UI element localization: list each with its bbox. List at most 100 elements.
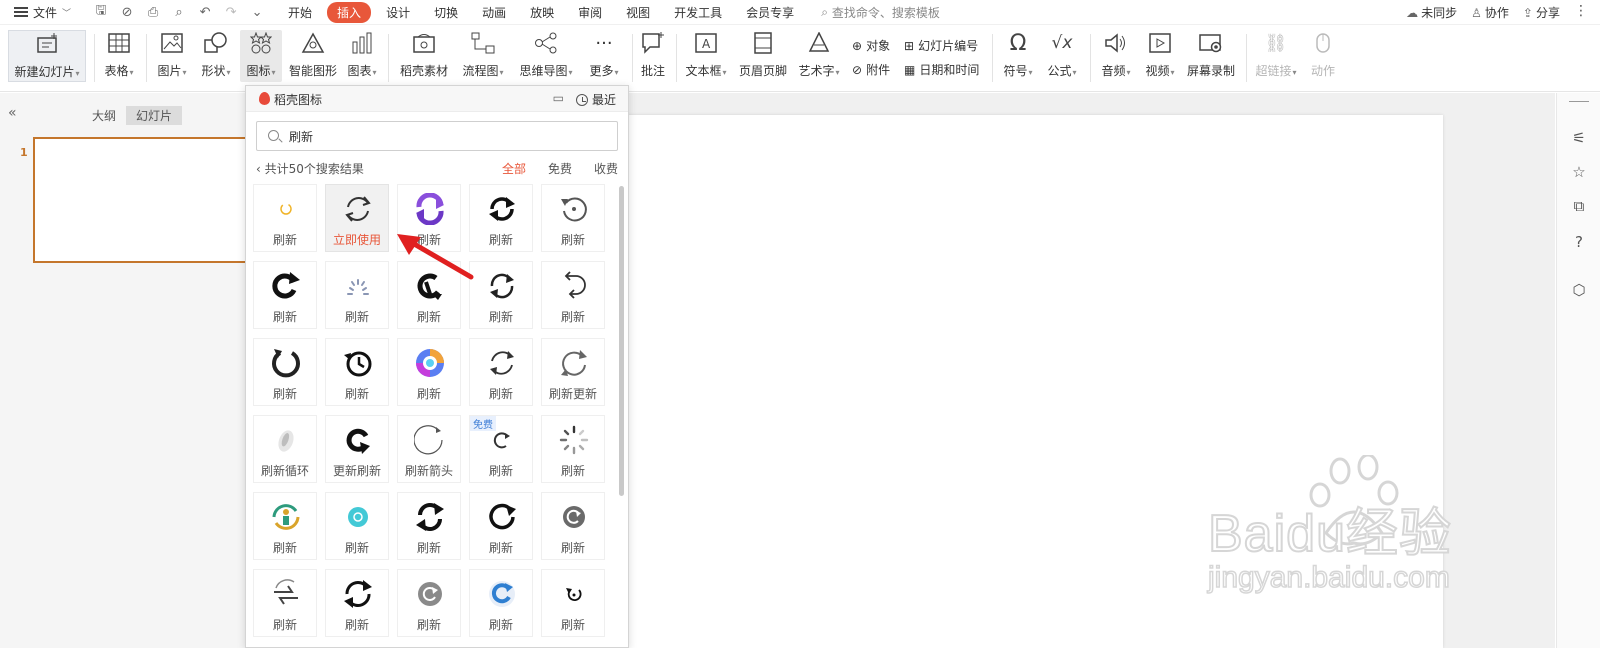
collapse-panel-icon[interactable]: « (8, 105, 17, 121)
result-count[interactable]: ‹ 共计50个搜索结果 (256, 160, 364, 177)
datetime-button[interactable]: ▦ 日期和时间 (904, 61, 979, 78)
video-button[interactable]: 视频▾ (1140, 30, 1180, 82)
icon-result-tile[interactable]: 刷新 (325, 338, 389, 406)
icon-result-tile[interactable]: 更新刷新 (325, 415, 389, 483)
more-button[interactable]: ··· 更多▾ (584, 30, 624, 82)
daoke-material-button[interactable]: 稻壳素材 (396, 30, 452, 82)
mindmap-button[interactable]: 思维导图▾ (514, 30, 578, 82)
icon-result-tile[interactable]: 刷新 (253, 184, 317, 252)
print-preview-icon[interactable]: ⌕ (171, 5, 187, 20)
screen-record-icon (1198, 30, 1224, 56)
icon-result-tile[interactable]: 刷新 (325, 492, 389, 560)
icon-result-tile[interactable]: 刷新 (469, 184, 533, 252)
feedback-icon[interactable]: ▭ (553, 91, 564, 105)
icon-result-tile[interactable]: 刷新 (469, 261, 533, 329)
tab-transition[interactable]: 切换 (425, 2, 467, 23)
icon-result-tile[interactable]: 刷新 (397, 569, 461, 637)
table-button[interactable]: 表格▾ (100, 30, 138, 82)
icon-search-box[interactable] (256, 121, 618, 151)
sync-button[interactable]: ☁ 未同步 (1406, 4, 1457, 21)
icon-result-tile[interactable]: 刷新 (541, 261, 605, 329)
audio-button[interactable]: 音频▾ (1096, 30, 1136, 82)
icon-result-tile[interactable]: 刷新 (253, 338, 317, 406)
more-options-icon[interactable]: ⋮ (1574, 3, 1588, 19)
slide-number-button[interactable]: ⊞ 幻灯片编号 (904, 37, 978, 54)
header-footer-icon (750, 30, 776, 56)
recent-button[interactable]: 最近 (575, 91, 616, 108)
tab-outline[interactable]: 大纲 (82, 106, 126, 125)
icon-result-tile[interactable]: 刷新 (397, 338, 461, 406)
icon-button[interactable]: 图标▾ (240, 30, 282, 82)
format-painter-icon[interactable]: ⊘ (119, 5, 135, 20)
collab-button[interactable]: ♙ 协作 (1471, 4, 1509, 21)
filter-paid[interactable]: 收费 (594, 160, 618, 177)
icon-search-input[interactable] (289, 127, 609, 145)
tab-animation[interactable]: 动画 (473, 2, 515, 23)
settings-sliders-icon[interactable]: ⚟ (1570, 129, 1588, 147)
screen-record-button[interactable]: 屏幕录制 (1184, 30, 1238, 82)
share-button[interactable]: ⇪ 分享 (1523, 4, 1560, 21)
icon-result-tile[interactable]: 刷新 (469, 338, 533, 406)
wordart-button[interactable]: 艺术字▾ (796, 30, 842, 82)
tab-review[interactable]: 审阅 (569, 2, 611, 23)
chart-button[interactable]: 图表▾ (344, 30, 380, 82)
icon-result-label: 刷新 (488, 618, 513, 632)
cube-icon[interactable]: ⬡ (1570, 281, 1588, 299)
icon-result-tile[interactable]: 刷新 (541, 569, 605, 637)
icon-result-tile[interactable]: 刷新 (541, 492, 605, 560)
tab-view[interactable]: 视图 (617, 2, 659, 23)
symbol-button[interactable]: Ω 符号▾ (998, 30, 1038, 82)
slide-thumbnail[interactable] (33, 137, 253, 263)
object-button[interactable]: ⊕ 对象 (852, 37, 890, 54)
tab-design[interactable]: 设计 (377, 2, 419, 23)
undo-icon[interactable]: ↶ (197, 5, 213, 20)
icon-result-tile[interactable]: 刷新 (253, 569, 317, 637)
filter-free[interactable]: 免费 (548, 160, 572, 177)
picture-button[interactable]: 图片▾ (152, 30, 192, 82)
star-icon[interactable]: ☆ (1570, 163, 1588, 181)
customize-icon[interactable]: ⌄ (249, 5, 265, 20)
hyperlink-button[interactable]: ⛓ 超链接▾ (1252, 30, 1300, 82)
tab-home[interactable]: 开始 (279, 2, 321, 23)
icon-result-tile[interactable]: 刷新更新 (541, 338, 605, 406)
filter-all[interactable]: 全部 (502, 160, 526, 177)
icon-result-tile[interactable]: 刷新 (397, 492, 461, 560)
icon-result-tile[interactable]: 立即使用 (325, 184, 389, 252)
tab-developer[interactable]: 开发工具 (665, 2, 731, 23)
redo-icon[interactable]: ↷ (223, 5, 239, 20)
textbox-button[interactable]: A 文本框▾ (682, 30, 730, 82)
command-search[interactable]: ⌕ 查找命令、搜索模板 (821, 4, 940, 21)
tab-member[interactable]: 会员专享 (737, 2, 803, 23)
popup-scrollbar[interactable] (619, 186, 624, 496)
icon-result-tile[interactable]: 刷新 (541, 184, 605, 252)
redo-bold-icon (272, 272, 300, 299)
tab-slides[interactable]: 幻灯片 (126, 106, 183, 125)
shape-button[interactable]: 形状▾ (196, 30, 236, 82)
paperclip-icon: ⊘ (852, 62, 863, 77)
icon-result-tile[interactable]: 刷新 (469, 569, 533, 637)
print-icon[interactable]: ⎙ (145, 5, 161, 20)
tab-insert[interactable]: 插入 (327, 1, 372, 23)
icon-result-tile[interactable]: 刷新循环 (253, 415, 317, 483)
new-slide-button[interactable]: 新建幻灯片▾ (8, 30, 86, 82)
icon-result-tile[interactable]: 免费 刷新 (469, 415, 533, 483)
tab-slideshow[interactable]: 放映 (521, 2, 563, 23)
header-footer-button[interactable]: 页眉页脚 (736, 30, 790, 82)
icon-result-tile[interactable]: 刷新 (253, 261, 317, 329)
icon-result-tile[interactable]: 刷新 (253, 492, 317, 560)
icon-result-tile[interactable]: 刷新 (541, 415, 605, 483)
copy-slides-icon[interactable]: ⧉ (1570, 197, 1588, 215)
file-menu[interactable]: 文件 ﹀ (14, 4, 71, 21)
icon-result-tile[interactable]: 刷新 (325, 569, 389, 637)
icon-result-tile[interactable]: 刷新箭头 (397, 415, 461, 483)
action-button[interactable]: 动作 (1306, 30, 1340, 82)
save-icon[interactable]: 🖫 (93, 1, 109, 23)
formula-button[interactable]: √x 公式▾ (1042, 30, 1082, 82)
help-icon[interactable]: ? (1570, 233, 1588, 251)
comment-button[interactable]: 批注 (638, 30, 668, 82)
attachment-button[interactable]: ⊘ 附件 (852, 61, 890, 78)
icon-result-tile[interactable]: 刷新 (325, 261, 389, 329)
flowchart-button[interactable]: 流程图▾ (458, 30, 508, 82)
icon-result-tile[interactable]: 刷新 (469, 492, 533, 560)
smart-shape-button[interactable]: 智能图形 (286, 30, 340, 82)
